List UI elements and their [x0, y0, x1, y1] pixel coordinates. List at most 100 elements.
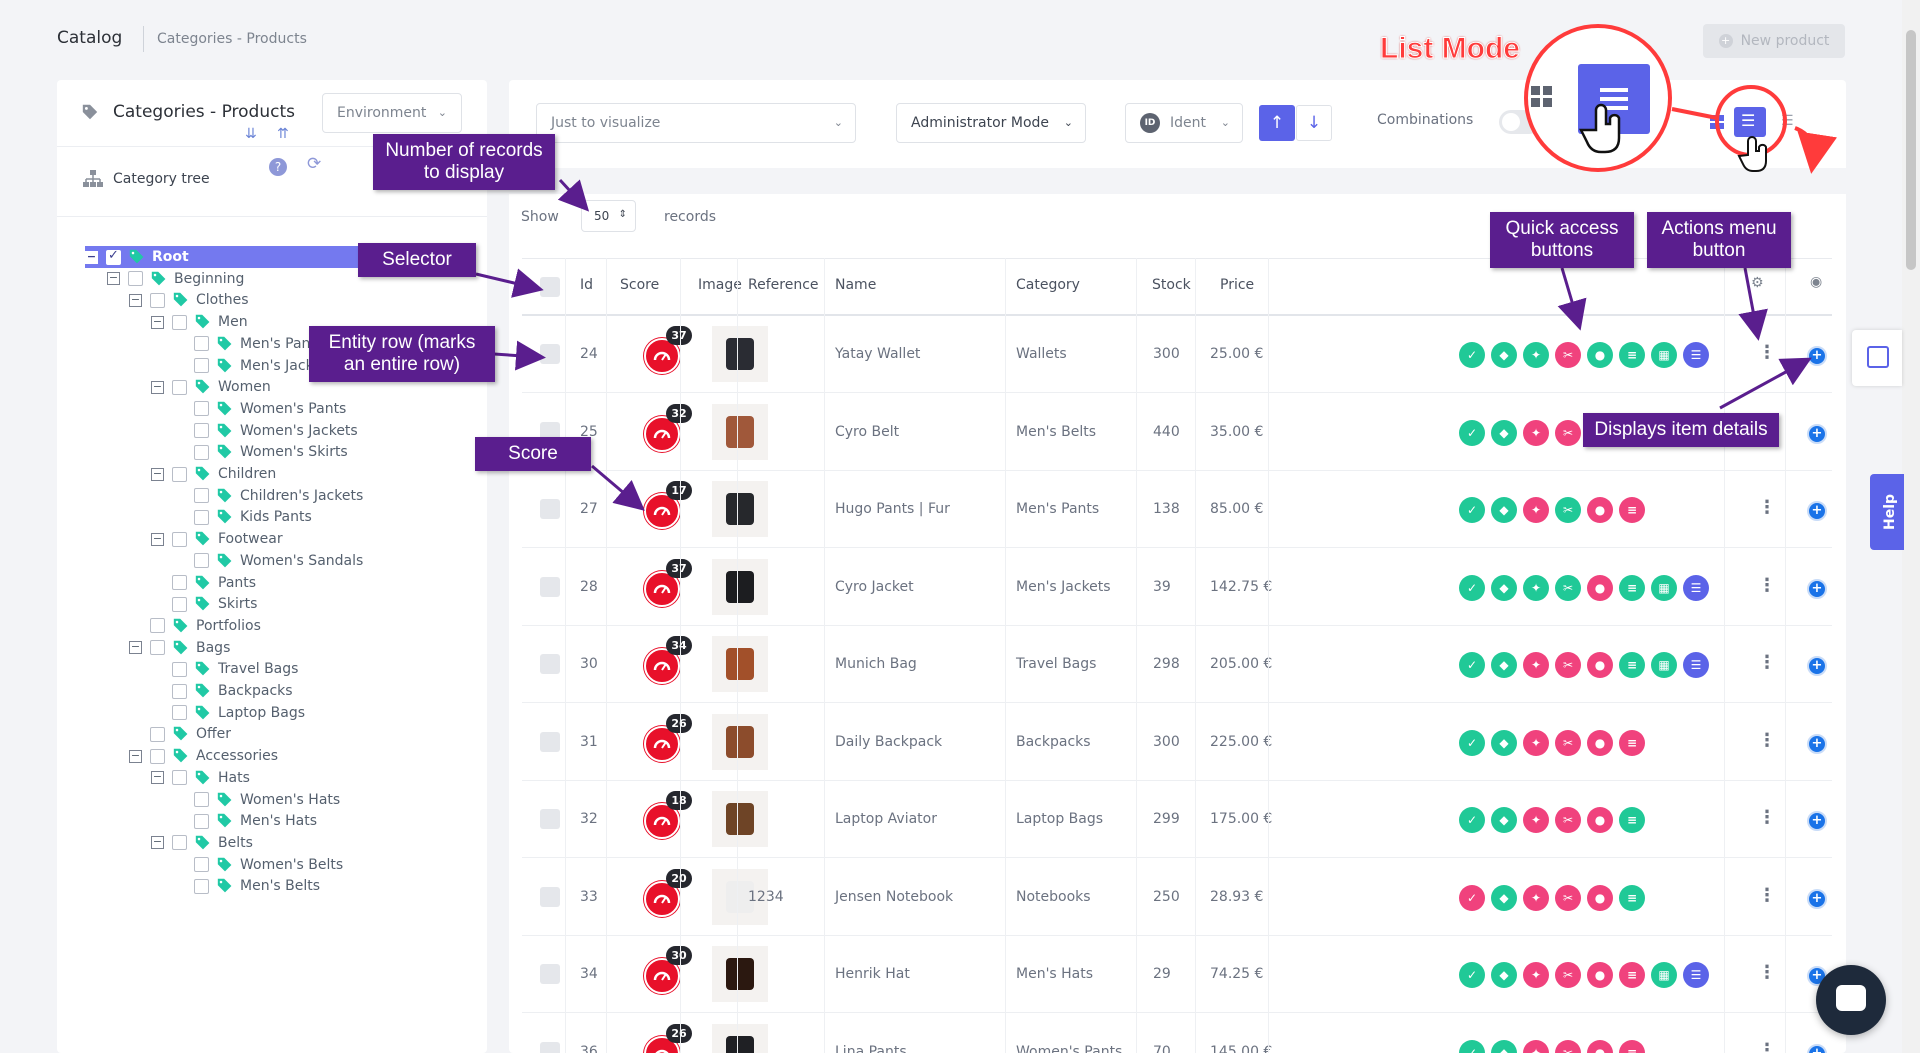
- tree-node-checkbox[interactable]: [194, 813, 209, 829]
- quick-access-button[interactable]: ✦: [1523, 807, 1549, 833]
- cell-name[interactable]: Jensen Notebook: [835, 889, 953, 905]
- score-badge[interactable]: 18: [644, 791, 692, 839]
- quick-access-button[interactable]: ✓: [1459, 574, 1485, 601]
- tree-node[interactable]: − Accessories: [129, 745, 278, 767]
- quick-access-button[interactable]: ✓: [1459, 884, 1485, 911]
- tree-node[interactable]: Women's Belts: [173, 854, 343, 876]
- quick-access-button[interactable]: ✦: [1523, 419, 1549, 446]
- tree-node[interactable]: Kids Pants: [173, 506, 312, 528]
- tree-node[interactable]: Women's Skirts: [173, 441, 348, 463]
- tree-node-checkbox[interactable]: [194, 444, 209, 460]
- column-header-name[interactable]: Name: [835, 277, 876, 293]
- quick-access-button[interactable]: ●: [1587, 807, 1613, 833]
- item-details-button[interactable]: +: [1807, 346, 1827, 366]
- quick-access-button[interactable]: ✂: [1555, 807, 1581, 833]
- quick-access-button[interactable]: ✦: [1523, 729, 1549, 756]
- product-image[interactable]: [712, 558, 768, 615]
- quick-access-button[interactable]: ●: [1587, 497, 1613, 523]
- environment-select[interactable]: Environment ⌄: [322, 93, 462, 133]
- score-badge[interactable]: 26: [644, 713, 692, 762]
- tree-node[interactable]: Men's Pants: [173, 333, 323, 355]
- quick-access-button[interactable]: ✓: [1459, 497, 1485, 523]
- row-selector-checkbox[interactable]: [540, 809, 560, 829]
- score-badge[interactable]: 17: [644, 481, 692, 529]
- tree-node[interactable]: Skirts: [151, 593, 257, 615]
- quick-access-button[interactable]: ≡: [1619, 807, 1645, 833]
- quick-access-button[interactable]: ✓: [1459, 807, 1485, 833]
- tree-node[interactable]: − Footwear: [151, 528, 283, 550]
- score-badge[interactable]: 26: [644, 1023, 692, 1053]
- score-badge[interactable]: 37: [644, 326, 692, 374]
- quick-access-button[interactable]: ▦: [1651, 652, 1677, 678]
- quick-access-button[interactable]: ◆: [1491, 962, 1517, 988]
- tree-node-checkbox[interactable]: [172, 705, 187, 721]
- quick-access-button[interactable]: ✦: [1523, 497, 1549, 523]
- actions-menu-button[interactable]: ⋮: [1758, 342, 1776, 363]
- quick-access-button[interactable]: ✂: [1555, 884, 1581, 911]
- tree-node-checkbox[interactable]: [194, 488, 209, 504]
- eye-icon[interactable]: ◉: [1810, 274, 1822, 290]
- tree-node-checkbox[interactable]: [150, 292, 165, 308]
- tree-node-checkbox[interactable]: [128, 271, 143, 287]
- quick-access-button[interactable]: ≡: [1619, 729, 1645, 756]
- collapse-toggle-icon[interactable]: −: [151, 380, 164, 394]
- actions-menu-button[interactable]: ⋮: [1758, 730, 1776, 751]
- select-all-checkbox[interactable]: [540, 277, 560, 297]
- help-tab[interactable]: Help: [1870, 474, 1904, 550]
- sort-descending-button[interactable]: ↓: [1296, 105, 1332, 141]
- list-view-button[interactable]: [1734, 107, 1766, 137]
- collapse-toggle-icon[interactable]: −: [107, 272, 120, 286]
- tree-node[interactable]: Women's Hats: [173, 789, 340, 811]
- tree-node-checkbox[interactable]: [194, 401, 209, 417]
- actions-menu-button[interactable]: ⋮: [1758, 962, 1776, 983]
- tree-node-checkbox[interactable]: [172, 379, 187, 395]
- collapse-toggle-icon[interactable]: −: [151, 315, 164, 329]
- quick-access-button[interactable]: ◆: [1491, 884, 1517, 911]
- breadcrumb[interactable]: Categories - Products: [157, 31, 307, 47]
- settings-gear-icon[interactable]: ⚙: [1751, 275, 1764, 291]
- tree-node-checkbox[interactable]: [150, 748, 165, 764]
- chat-button[interactable]: [1816, 965, 1886, 1035]
- item-details-button[interactable]: +: [1807, 733, 1827, 754]
- score-badge[interactable]: 32: [644, 403, 692, 452]
- item-details-button[interactable]: +: [1807, 423, 1827, 444]
- quick-access-button[interactable]: ◆: [1491, 1039, 1517, 1053]
- tree-node-checkbox[interactable]: [172, 466, 187, 482]
- tree-node[interactable]: Portfolios: [129, 615, 261, 637]
- tree-node-checkbox[interactable]: [194, 358, 209, 373]
- cell-name[interactable]: Hugo Pants | Fur: [835, 501, 950, 517]
- table-row[interactable]: 30 34 Munich Bag Travel Bags 298 205.00 € ✓ ◆ ✦ ✂…: [522, 626, 1832, 703]
- product-image[interactable]: [712, 636, 768, 692]
- collapse-toggle-icon[interactable]: −: [129, 641, 142, 655]
- collapse-all-icon[interactable]: ⇈: [277, 126, 289, 142]
- quick-access-button[interactable]: ●: [1587, 884, 1613, 911]
- row-selector-checkbox[interactable]: [540, 964, 560, 984]
- tree-node-checkbox[interactable]: [106, 248, 121, 265]
- quick-access-button[interactable]: ☰: [1683, 342, 1709, 368]
- tree-node-root[interactable]: − Root: [85, 246, 375, 268]
- quick-access-button[interactable]: ✓: [1459, 419, 1485, 446]
- quick-access-button[interactable]: ≡: [1619, 884, 1645, 911]
- quick-access-button[interactable]: ▦: [1651, 962, 1677, 988]
- tree-node[interactable]: − Children: [151, 463, 276, 485]
- quick-access-button[interactable]: ✂: [1555, 1039, 1581, 1053]
- tree-node-checkbox[interactable]: [194, 553, 209, 569]
- quick-access-button[interactable]: ✦: [1523, 574, 1549, 601]
- quick-access-button[interactable]: ✂: [1555, 574, 1581, 601]
- tree-node-checkbox[interactable]: [194, 792, 209, 807]
- expand-all-icon[interactable]: ⇊: [245, 126, 257, 142]
- quick-access-button[interactable]: ☰: [1683, 652, 1709, 678]
- quick-access-button[interactable]: ◆: [1491, 807, 1517, 833]
- cell-name[interactable]: Cyro Jacket: [835, 579, 914, 595]
- mode-select[interactable]: Administrator Mode ⌄: [896, 103, 1086, 143]
- product-image[interactable]: [712, 326, 768, 382]
- quick-access-button[interactable]: ●: [1587, 1039, 1613, 1053]
- product-image[interactable]: [712, 403, 768, 460]
- table-row[interactable]: 36 26 Lina Pants Women's Pants 70 145.00 € ✓ ◆ ✦…: [522, 1014, 1832, 1053]
- quick-access-button[interactable]: ✓: [1459, 1039, 1485, 1053]
- tree-node[interactable]: Laptop Bags: [151, 702, 305, 724]
- product-image[interactable]: [712, 1023, 768, 1053]
- column-header-reference[interactable]: Reference: [748, 277, 819, 293]
- tree-node-checkbox[interactable]: [150, 726, 165, 742]
- tree-node[interactable]: Women's Sandals: [173, 550, 363, 572]
